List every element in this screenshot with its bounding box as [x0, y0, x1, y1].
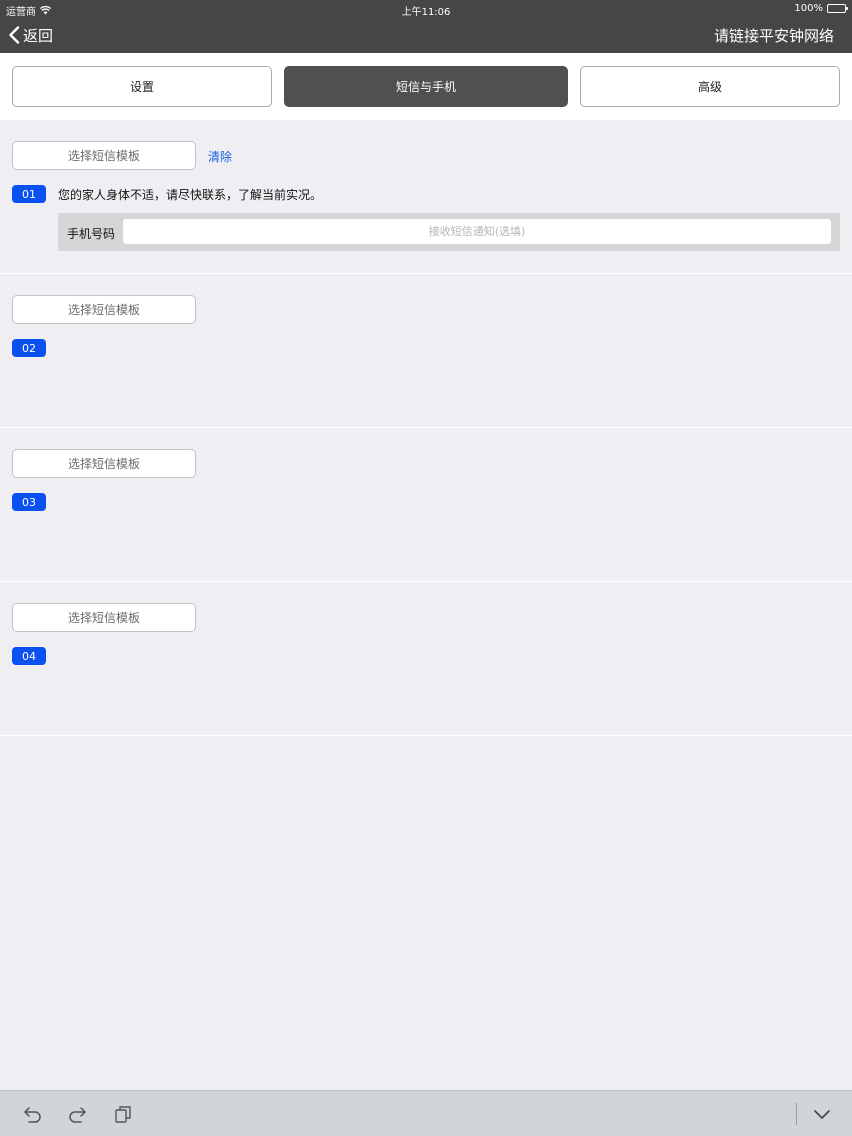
- battery-percent: 100%: [794, 3, 823, 14]
- undo-icon[interactable]: [22, 1103, 44, 1125]
- toolbar-divider: [796, 1103, 797, 1125]
- chevron-down-icon[interactable]: [811, 1103, 833, 1125]
- navigation-bar: 返回 请链接平安钟网络: [0, 18, 852, 53]
- status-time: 上午11:06: [401, 7, 451, 18]
- phone-number-row: 手机号码: [58, 213, 840, 251]
- back-label: 返回: [23, 26, 54, 45]
- sms-slot-3: 选择短信模板 03: [0, 428, 852, 582]
- keyboard-toolbar: [0, 1090, 852, 1136]
- select-template-button[interactable]: 选择短信模板: [12, 295, 196, 324]
- select-template-button[interactable]: 选择短信模板: [12, 603, 196, 632]
- tab-settings[interactable]: 设置: [12, 66, 272, 107]
- paste-icon[interactable]: [112, 1103, 134, 1125]
- slot-number-badge: 01: [12, 185, 46, 203]
- sms-slot-2: 选择短信模板 02: [0, 274, 852, 428]
- phone-number-input[interactable]: [123, 219, 831, 244]
- nav-title: 请链接平安钟网络: [713, 27, 834, 45]
- tab-sms-phone[interactable]: 短信与手机: [284, 66, 568, 107]
- status-bar: 运营商 上午11:06 100%: [0, 0, 852, 18]
- slot-number-badge: 03: [12, 493, 46, 511]
- slot-number-badge: 02: [12, 339, 46, 357]
- select-template-button[interactable]: 选择短信模板: [12, 449, 196, 478]
- sms-slot-1: 选择短信模板 清除 01 您的家人身体不适，请尽快联系，了解当前实况。 手机号码: [0, 120, 852, 274]
- battery-status: 100%: [794, 3, 848, 14]
- clear-button[interactable]: 清除: [208, 148, 232, 165]
- tab-bar: 设置 短信与手机 高级: [0, 53, 852, 120]
- redo-icon[interactable]: [66, 1103, 88, 1125]
- chevron-left-icon: [9, 26, 20, 44]
- back-button[interactable]: 返回: [8, 23, 53, 47]
- sms-message-text: 您的家人身体不适，请尽快联系，了解当前实况。: [58, 188, 323, 202]
- tab-advanced[interactable]: 高级: [580, 66, 840, 107]
- select-template-button[interactable]: 选择短信模板: [12, 141, 196, 170]
- battery-icon: [827, 4, 848, 13]
- slot-number-badge: 04: [12, 647, 46, 665]
- phone-number-label: 手机号码: [67, 227, 116, 241]
- sms-slot-4: 选择短信模板 04: [0, 582, 852, 736]
